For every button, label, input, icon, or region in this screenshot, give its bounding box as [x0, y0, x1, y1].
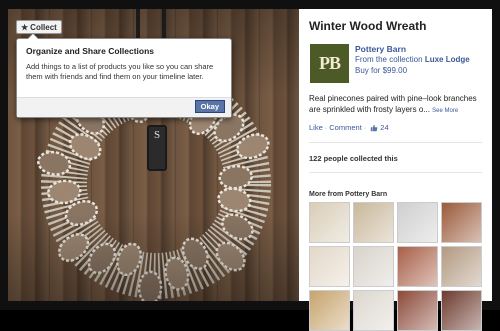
product-thumbnail-shelf-decor[interactable] [441, 246, 482, 287]
okay-button[interactable]: Okay [194, 100, 225, 113]
product-thumbnail-gift-bags[interactable] [441, 290, 482, 331]
divider [309, 142, 482, 143]
thumbs-up-icon [371, 124, 378, 131]
collections-tooltip: Organize and Share Collections Add thing… [16, 33, 232, 118]
like-count[interactable]: 24 [380, 123, 388, 132]
product-thumbnail-antler-decor[interactable] [353, 246, 394, 287]
collection-name-link[interactable]: Luxe Lodge [425, 55, 470, 64]
product-thumbnail-stockings[interactable] [353, 290, 394, 331]
more-products-grid [309, 202, 483, 331]
product-thumbnail-gift-wrap[interactable] [397, 246, 438, 287]
comment-link[interactable]: Comment [329, 123, 362, 132]
see-more-link[interactable]: See More [432, 108, 458, 114]
tooltip-footer: Okay [17, 97, 231, 117]
collection-prefix: From the collection [355, 55, 423, 64]
action-separator: · [363, 123, 367, 132]
collect-button-label: Collect [30, 22, 57, 32]
collection-line: From the collection Luxe Lodge [355, 55, 470, 64]
action-links: Like · Comment · 24 [309, 123, 389, 132]
action-separator: · [324, 123, 328, 132]
product-details-panel: Winter Wood Wreath PB Pottery Barn From … [299, 9, 492, 331]
buy-link[interactable]: Buy for $99.00 [355, 66, 407, 75]
star-icon: ★ [21, 22, 29, 32]
more-from-title: More from Pottery Barn [309, 191, 388, 198]
tooltip-title: Organize and Share Collections [26, 46, 155, 56]
store-logo[interactable]: PB [310, 44, 349, 83]
tooltip-body: Add things to a list of products you lik… [26, 62, 214, 81]
product-thumbnail-gift-boxes[interactable] [441, 202, 482, 243]
collect-button[interactable]: ★ Collect [16, 20, 62, 34]
product-thumbnail-kitchen-decor[interactable] [309, 246, 350, 287]
collected-count[interactable]: 122 people collected this [309, 154, 398, 163]
product-thumbnail-throw-blanket[interactable] [397, 202, 438, 243]
store-name-link[interactable]: Pottery Barn [355, 44, 406, 54]
product-thumbnail-mug[interactable] [353, 202, 394, 243]
divider [309, 172, 482, 173]
product-title: Winter Wood Wreath [309, 19, 427, 33]
product-thumbnail-candles[interactable] [309, 290, 350, 331]
product-thumbnail-ornaments[interactable] [397, 290, 438, 331]
product-thumbnail-bedding[interactable] [309, 202, 350, 243]
like-link[interactable]: Like [309, 123, 323, 132]
lightbox-overlay: S ★ Collect Organize and Share Collectio… [0, 0, 500, 331]
product-description: Real pinecones paired with pine–look bra… [309, 93, 487, 117]
